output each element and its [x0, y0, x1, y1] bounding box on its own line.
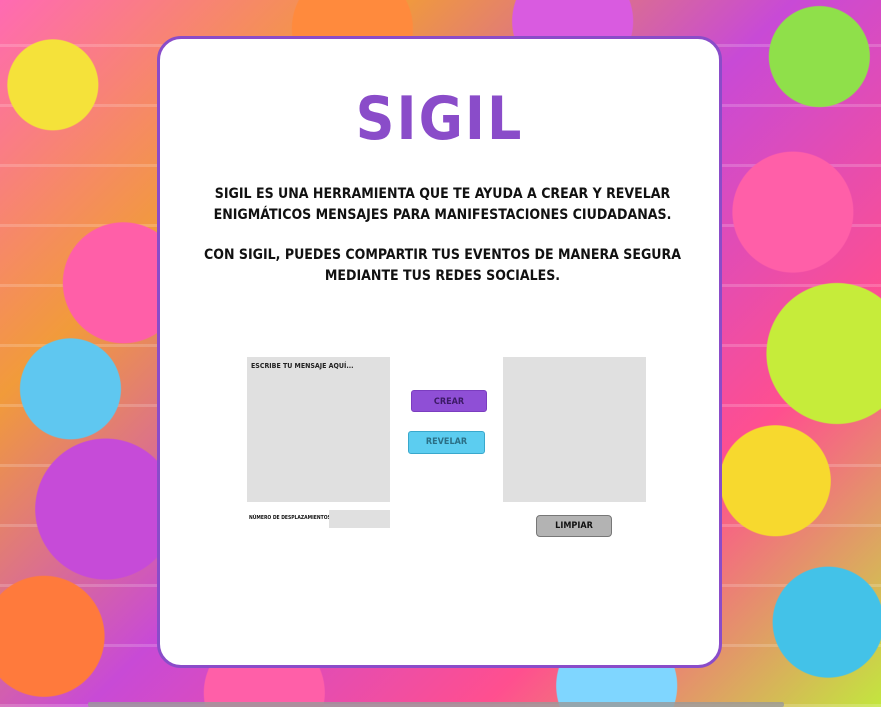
- shift-count-input[interactable]: [329, 510, 390, 528]
- description-paragraph-1: SIGIL ES UNA HERRAMIENTA QUE TE AYUDA A …: [213, 186, 672, 223]
- clear-button[interactable]: LIMPIAR: [536, 515, 612, 537]
- horizontal-scrollbar[interactable]: [88, 702, 784, 707]
- output-box[interactable]: [503, 357, 646, 502]
- create-button[interactable]: CREAR: [411, 390, 487, 412]
- shift-count-label: NÚMERO DE DESPLAZAMIENTOS: [249, 515, 331, 521]
- app-title: SIGIL: [355, 84, 524, 154]
- main-card: SIGIL SIGIL ES UNA HERRAMIENTA QUE TE AY…: [157, 36, 722, 668]
- description-paragraph-2: CON SIGIL, PUEDES COMPARTIR TUS EVENTOS …: [204, 247, 681, 284]
- reveal-button[interactable]: REVELAR: [408, 431, 485, 454]
- message-input[interactable]: [247, 357, 390, 502]
